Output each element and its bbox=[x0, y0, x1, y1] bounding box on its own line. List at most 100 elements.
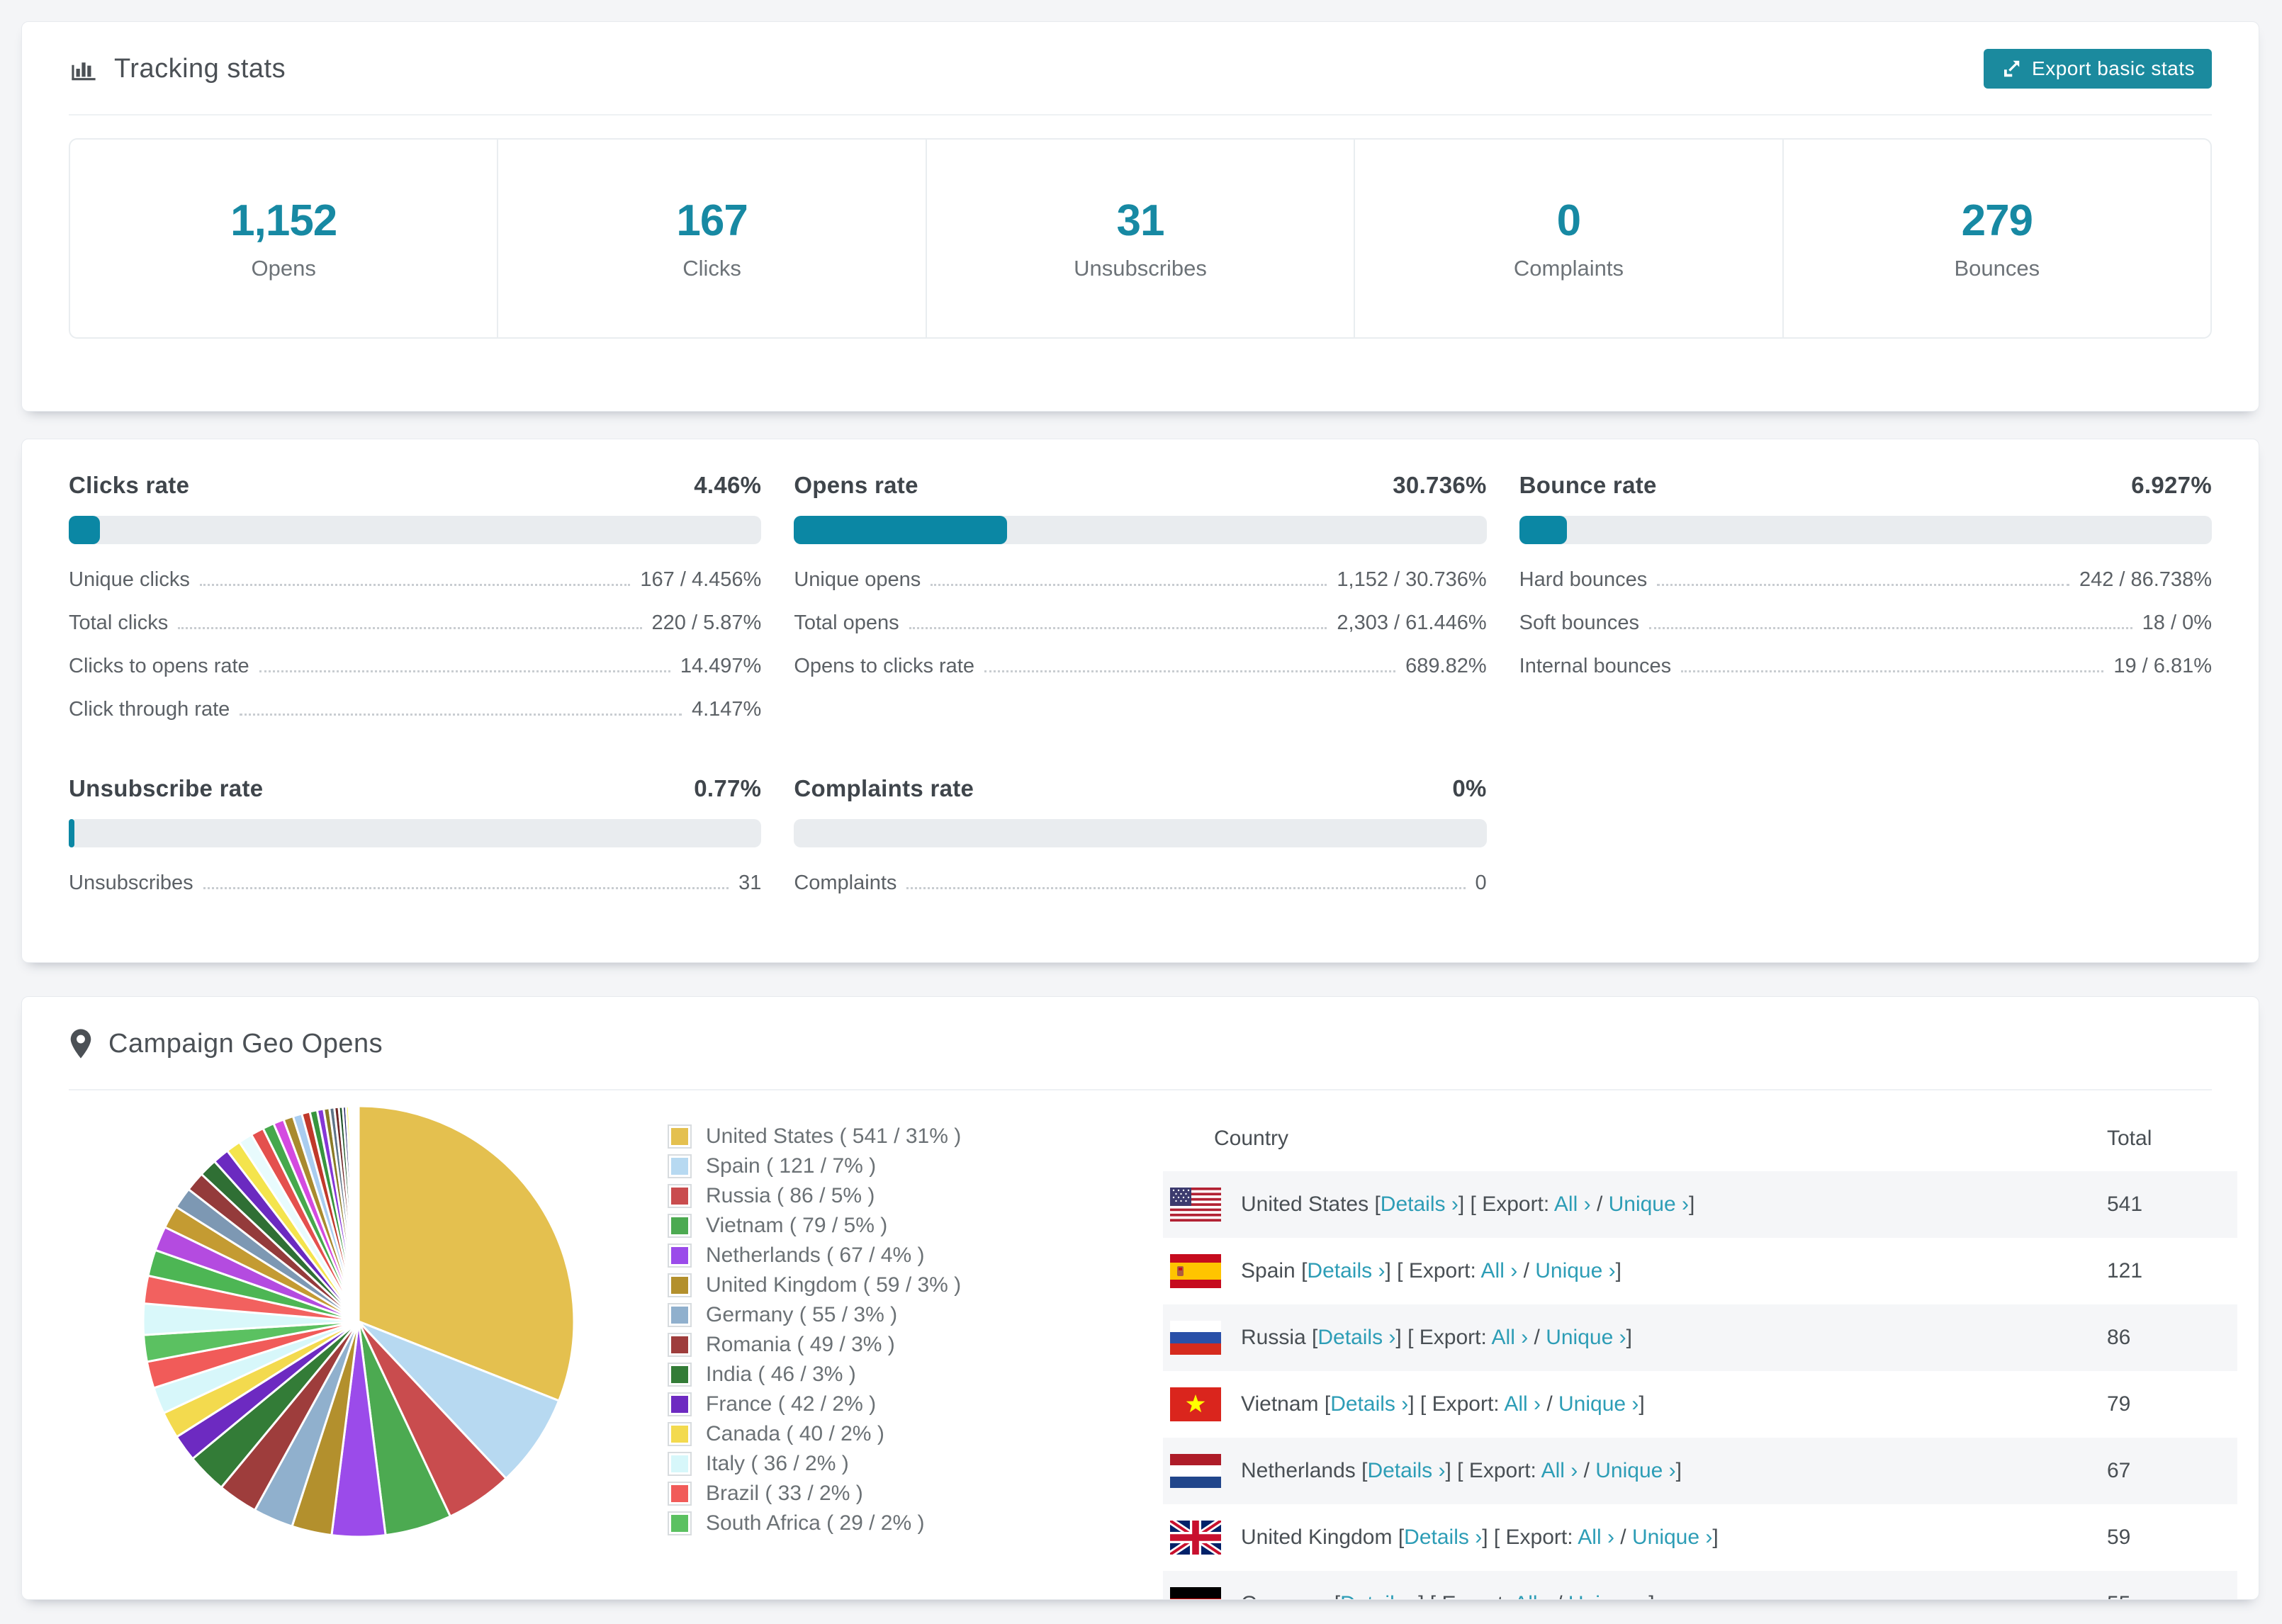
detail-label: Unique clicks bbox=[69, 568, 190, 591]
total-value: 121 bbox=[2107, 1259, 2143, 1282]
stat-label: Clicks bbox=[682, 256, 741, 281]
country-flag-icon bbox=[1170, 1454, 1221, 1488]
legend-item: Netherlands ( 67 / 4% ) bbox=[668, 1241, 1121, 1270]
progress-fill bbox=[69, 516, 100, 544]
detail-label: Hard bounces bbox=[1519, 568, 1648, 591]
legend-swatch bbox=[668, 1124, 692, 1149]
detail-label: Unsubscribes bbox=[69, 872, 193, 894]
legend-item: Vietnam ( 79 / 5% ) bbox=[668, 1211, 1121, 1241]
total-value: 86 bbox=[2107, 1326, 2131, 1349]
export-all-link[interactable]: All › bbox=[1578, 1526, 1614, 1549]
stat-value: 279 bbox=[1961, 196, 2033, 245]
export-all-link[interactable]: All › bbox=[1541, 1459, 1578, 1482]
dotted-leader bbox=[259, 670, 670, 672]
rates-grid: Clicks rate 4.46% Unique clicks 167 / 4.… bbox=[22, 439, 2259, 905]
country-name: Vietnam bbox=[1241, 1392, 1319, 1416]
export-unique-link[interactable]: Unique › bbox=[1568, 1592, 1648, 1599]
legend-item: Germany ( 55 / 3% ) bbox=[668, 1300, 1121, 1330]
stat-value: 0 bbox=[1556, 196, 1581, 245]
stat-box: 167 Clicks bbox=[497, 140, 925, 337]
dotted-leader bbox=[931, 584, 1327, 586]
rate-value: 4.46% bbox=[694, 472, 762, 498]
country-flag-icon bbox=[1170, 1387, 1221, 1421]
geo-header: Campaign Geo Opens bbox=[22, 997, 2259, 1090]
progress-fill bbox=[1519, 516, 1568, 544]
dotted-leader bbox=[1657, 584, 2069, 586]
export-unique-link[interactable]: Unique › bbox=[1535, 1259, 1615, 1282]
legend-swatch bbox=[668, 1422, 692, 1446]
rate-rows: Unique clicks 167 / 4.456% Total clicks … bbox=[69, 558, 761, 731]
export-unique-link[interactable]: Unique › bbox=[1558, 1392, 1639, 1416]
legend-item: India ( 46 / 3% ) bbox=[668, 1360, 1121, 1389]
detail-row: Hard bounces 242 / 86.738% bbox=[1519, 558, 2212, 602]
details-link[interactable]: Details › bbox=[1381, 1192, 1458, 1216]
column-header-country: Country bbox=[1214, 1127, 1289, 1150]
legend-swatch bbox=[668, 1482, 692, 1506]
progress-track bbox=[794, 516, 1487, 544]
details-link[interactable]: Details › bbox=[1404, 1526, 1482, 1549]
total-value: 67 bbox=[2107, 1459, 2131, 1482]
export-icon bbox=[2004, 60, 2020, 77]
legend-item: United Kingdom ( 59 / 3% ) bbox=[668, 1270, 1121, 1300]
detail-value: 242 / 86.738% bbox=[2079, 568, 2212, 591]
export-unique-link[interactable]: Unique › bbox=[1595, 1459, 1675, 1482]
dotted-leader bbox=[1681, 670, 2104, 672]
details-link[interactable]: Details › bbox=[1317, 1326, 1395, 1349]
export-unique-link[interactable]: Unique › bbox=[1609, 1192, 1689, 1216]
tracking-stats-header: Tracking stats Export basic stats bbox=[22, 22, 2259, 115]
dotted-leader bbox=[906, 887, 1466, 889]
detail-row: Complaints 0 bbox=[794, 862, 1486, 905]
country-name: United Kingdom bbox=[1241, 1526, 1393, 1549]
stat-value: 1,152 bbox=[230, 196, 337, 245]
detail-value: 19 / 6.81% bbox=[2113, 655, 2212, 677]
detail-label: Internal bounces bbox=[1519, 655, 1672, 677]
export-unique-link[interactable]: Unique › bbox=[1546, 1326, 1626, 1349]
rate-rows: Unsubscribes 31 bbox=[69, 862, 761, 905]
legend-item: France ( 42 / 2% ) bbox=[668, 1389, 1121, 1419]
legend-label: Netherlands ( 67 / 4% ) bbox=[706, 1244, 925, 1267]
rate-block: Unsubscribe rate 0.77% Unsubscribes 31 bbox=[69, 775, 762, 905]
column-header-total: Total bbox=[2107, 1127, 2152, 1150]
detail-value: 31 bbox=[738, 872, 762, 894]
bar-chart-icon bbox=[72, 62, 96, 81]
stat-box: 31 Unsubscribes bbox=[925, 140, 1354, 337]
legend-swatch bbox=[668, 1184, 692, 1208]
country-name: Spain bbox=[1241, 1259, 1295, 1282]
export-unique-link[interactable]: Unique › bbox=[1632, 1526, 1712, 1549]
details-link[interactable]: Details › bbox=[1330, 1392, 1408, 1416]
dotted-leader bbox=[1648, 627, 2132, 629]
geo-opens-pie-chart bbox=[142, 1105, 575, 1538]
detail-label: Total opens bbox=[794, 611, 899, 634]
export-all-link[interactable]: All › bbox=[1481, 1259, 1518, 1282]
detail-row: Unique clicks 167 / 4.456% bbox=[69, 558, 761, 602]
details-link[interactable]: Details › bbox=[1367, 1459, 1445, 1482]
export-all-link[interactable]: All › bbox=[1514, 1592, 1551, 1599]
detail-row: Unsubscribes 31 bbox=[69, 862, 761, 905]
legend-swatch bbox=[668, 1154, 692, 1178]
total-value: 55 bbox=[2107, 1592, 2130, 1599]
detail-row: Click through rate 4.147% bbox=[69, 688, 761, 731]
export-basic-stats-button[interactable]: Export basic stats bbox=[1984, 49, 2212, 89]
details-link[interactable]: Details › bbox=[1307, 1259, 1385, 1282]
stat-box: 0 Complaints bbox=[1354, 140, 1782, 337]
detail-row: Clicks to opens rate 14.497% bbox=[69, 645, 761, 688]
legend-item: United States ( 541 / 31% ) bbox=[668, 1122, 1121, 1151]
detail-value: 689.82% bbox=[1405, 655, 1487, 677]
campaign-geo-opens-card: Campaign Geo Opens United States ( 541 /… bbox=[21, 996, 2259, 1600]
detail-label: Opens to clicks rate bbox=[794, 655, 974, 677]
page-title: Tracking stats bbox=[114, 53, 286, 84]
legend-item: Italy ( 36 / 2% ) bbox=[668, 1449, 1121, 1479]
legend-label: France ( 42 / 2% ) bbox=[706, 1392, 877, 1416]
legend-label: Romania ( 49 / 3% ) bbox=[706, 1333, 895, 1356]
detail-label: Soft bounces bbox=[1519, 611, 1639, 634]
rate-value: 0.77% bbox=[694, 775, 762, 801]
legend-swatch bbox=[668, 1511, 692, 1535]
detail-label: Complaints bbox=[794, 872, 897, 894]
rate-rows: Hard bounces 242 / 86.738% Soft bounces … bbox=[1519, 558, 2212, 688]
country-flag-icon bbox=[1170, 1321, 1221, 1355]
details-link[interactable]: Details › bbox=[1340, 1592, 1418, 1599]
export-all-link[interactable]: All › bbox=[1504, 1392, 1541, 1416]
export-all-link[interactable]: All › bbox=[1554, 1192, 1591, 1216]
export-all-link[interactable]: All › bbox=[1492, 1326, 1529, 1349]
dotted-leader bbox=[240, 714, 682, 716]
